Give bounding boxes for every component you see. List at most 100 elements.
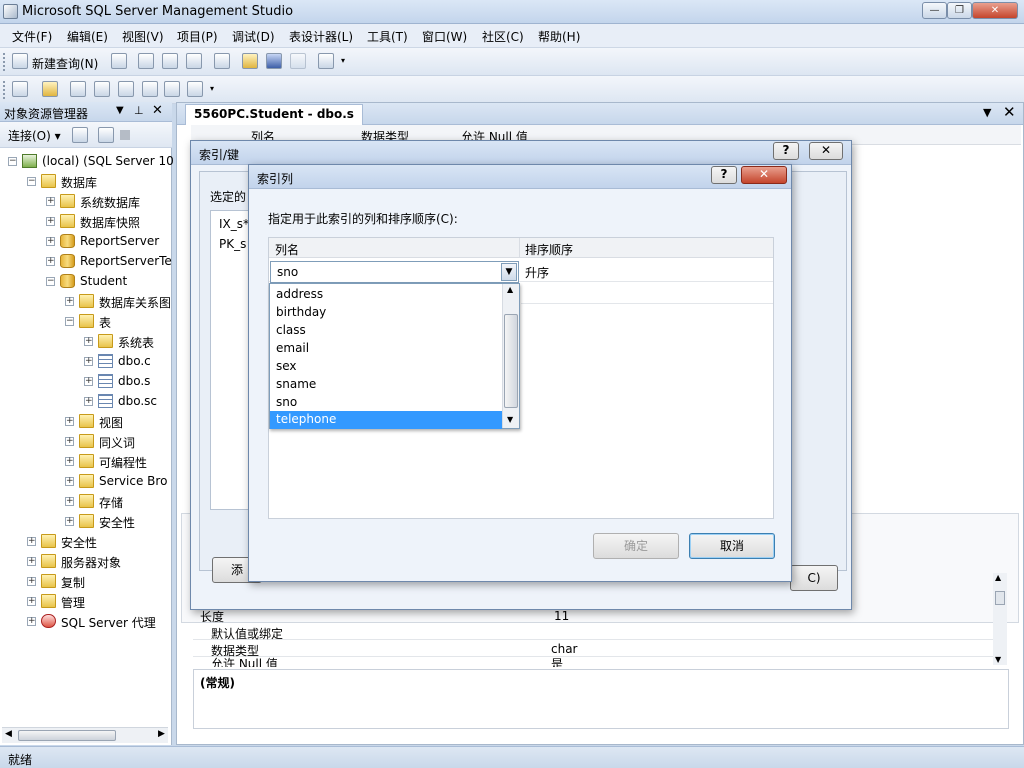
menu-help[interactable]: 帮助(H) [538,28,580,45]
agent-icon [41,614,56,628]
folder-icon [79,414,94,428]
dropdown-option[interactable]: class [276,321,306,339]
menu-debug[interactable]: 调试(D) [232,28,275,45]
close-document-icon[interactable]: ✕ [1003,103,1016,121]
scroll-left-icon: ◀ [5,729,12,739]
menu-edit[interactable]: 编辑(E) [67,28,108,45]
db-engine-query-icon[interactable] [138,53,154,69]
toolbar-overflow-icon[interactable]: ▾ [210,84,214,93]
cancel-button[interactable]: 取消 [689,533,775,559]
dropdown-option[interactable]: sex [276,357,297,375]
designer-toolbar: ▾ [0,76,1024,104]
analysis-query-icon[interactable] [162,53,178,69]
table-icon [98,354,113,368]
connect-button[interactable]: 连接(O) ▾ [8,127,61,144]
menu-table-designer[interactable]: 表设计器(L) [289,28,353,45]
new-file-icon[interactable] [111,53,127,69]
server-icon [22,154,37,168]
scroll-down-icon: ▼ [507,415,514,424]
prop-value-length[interactable]: 11 [554,609,569,623]
stop-icon[interactable] [120,130,130,140]
primary-key-icon[interactable] [42,81,58,97]
standard-toolbar: 新建查询(N) ▾ [0,48,1024,76]
save-icon[interactable] [266,53,282,69]
dropdown-arrow-icon[interactable]: ▼ [501,263,517,281]
toolbar-overflow-icon[interactable]: ▾ [341,56,345,65]
column-row: sno ▼ 升序 [269,260,773,283]
open-folder-icon[interactable] [242,53,258,69]
menu-file[interactable]: 文件(F) [12,28,52,45]
close-button[interactable]: C) [790,565,838,591]
window-title: Microsoft SQL Server Management Studio [22,4,294,19]
new-query-icon [12,53,28,69]
selected-label: 选定的 [210,190,247,204]
tab-strip: 5560PC.Student - dbo.s ▼ ✕ [177,103,1023,125]
check-constraints-icon[interactable] [164,81,180,97]
menu-community[interactable]: 社区(C) [482,28,524,45]
save-all-icon[interactable] [290,53,306,69]
add-item-icon[interactable] [214,53,230,69]
column-combobox[interactable]: sno ▼ [270,261,519,283]
disconnect-icon[interactable] [98,127,114,143]
ok-button[interactable]: 确定 [593,533,679,559]
index-item[interactable]: IX_s* [219,217,249,231]
close-dialog-button[interactable]: ✕ [741,166,787,184]
tab-list-icon[interactable]: ▼ [983,106,991,119]
properties-scrollbar[interactable]: ▲ ▼ [993,573,1007,665]
relationships-icon[interactable] [70,81,86,97]
document-tab[interactable]: 5560PC.Student - dbo.s [185,104,363,125]
pin-icon[interactable]: ⊥ [134,104,144,117]
dropdown-option[interactable]: sname [276,375,316,393]
database-icon [60,274,75,288]
folder-icon [41,554,56,568]
minimize-button[interactable]: — [922,2,947,19]
spatial-index-icon[interactable] [187,81,203,97]
help-button[interactable]: ? [711,166,737,184]
close-window-button[interactable]: ✕ [972,2,1018,19]
properties-rows: 默认值或绑定 数据类型 char 允许 Null 值是 [193,623,993,667]
new-query-button[interactable]: 新建查询(N) [32,55,98,72]
dropdown-scrollbar[interactable]: ▲ ▼ [502,284,519,428]
folder-icon [79,514,94,528]
manage-indexes-icon[interactable] [94,81,110,97]
description-panel: (常规) [193,669,1009,729]
xmla-query-icon[interactable] [186,53,202,69]
prop-value-datatype[interactable]: char [551,642,578,656]
table-icon [98,374,113,388]
grid-header-column: 列名 [275,243,300,257]
menu-project[interactable]: 项目(P) [177,28,218,45]
close-panel-icon[interactable]: ✕ [152,103,163,118]
dropdown-option[interactable]: birthday [276,303,326,321]
menu-window[interactable]: 窗口(W) [422,28,467,45]
generate-script-icon[interactable] [12,81,28,97]
maximize-button[interactable]: ❐ [947,2,972,19]
help-button[interactable]: ? [773,142,799,160]
activity-monitor-icon[interactable] [318,53,334,69]
object-explorer-header: 对象资源管理器 ▼ ⊥ ✕ [0,102,172,122]
connect-icon[interactable] [72,127,88,143]
index-columns-dialog: 索引列 ? ✕ 指定用于此索引的列和排序顺序(C): 列名 排序顺序 sno ▼… [248,164,792,582]
instruction-text: 指定用于此索引的列和排序顺序(C): [268,212,458,226]
xml-index-icon[interactable] [142,81,158,97]
horizontal-scrollbar[interactable]: ◀ ▶ [2,727,168,743]
menu-tools[interactable]: 工具(T) [367,28,408,45]
table-icon [98,394,113,408]
scroll-right-icon: ▶ [158,729,165,739]
column-dropdown-list[interactable]: address birthday class email sex sname s… [269,283,520,429]
index-item[interactable]: PK_s [219,237,246,251]
status-text: 就绪 [8,753,33,767]
panel-menu-icon[interactable]: ▼ [116,105,124,116]
fulltext-index-icon[interactable] [118,81,134,97]
dropdown-option[interactable]: address [276,285,323,303]
menu-view[interactable]: 视图(V) [122,28,164,45]
folder-icon [79,454,94,468]
dropdown-option-selected[interactable]: telephone [270,411,502,429]
dropdown-option[interactable]: sno [276,393,297,411]
prop-value-nullable[interactable]: 是 [551,657,563,667]
index-dialog-title: 索引/键 [199,148,240,162]
folder-icon [41,174,56,188]
columns-dialog-title: 索引列 [257,172,294,186]
close-dialog-button[interactable]: ✕ [809,142,843,160]
dropdown-option[interactable]: email [276,339,309,357]
sort-order-cell[interactable]: 升序 [525,264,549,281]
